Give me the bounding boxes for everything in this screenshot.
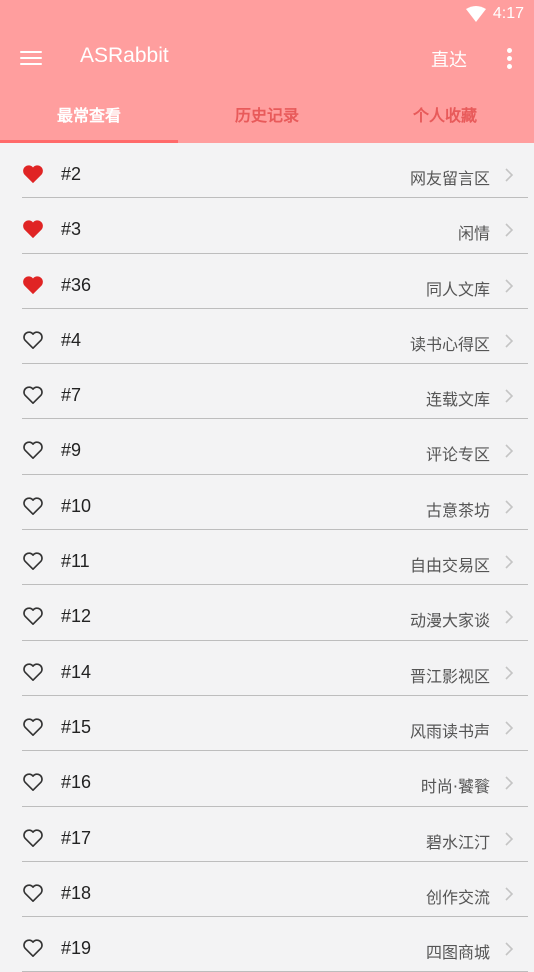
list-item[interactable]: #17 碧水江汀 (0, 807, 534, 862)
list-item[interactable]: #3 闲情 (0, 198, 534, 254)
forum-name: 古意茶坊 (425, 500, 490, 520)
forum-number: #36 (61, 274, 92, 295)
chevron-right-icon (504, 554, 514, 569)
chevron-right-icon (504, 167, 514, 182)
tab-history[interactable]: 历史记录 (178, 92, 356, 143)
forum-name: 晋江影视区 (409, 666, 490, 686)
tab-bar: 最常查看 历史记录 个人收藏 (0, 92, 534, 143)
chevron-right-icon (504, 831, 514, 846)
chevron-right-icon (504, 665, 514, 680)
list-item[interactable]: #12 动漫大家谈 (0, 585, 534, 641)
heart-filled-icon[interactable] (22, 164, 44, 184)
chevron-right-icon (504, 388, 514, 403)
list-item[interactable]: #4 读书心得区 (0, 309, 534, 365)
chevron-right-icon (504, 609, 514, 624)
forum-number: #15 (61, 716, 92, 737)
heart-outline-icon[interactable] (22, 330, 44, 350)
list-item[interactable]: #7 连载文库 (0, 364, 534, 420)
forum-name: 闲情 (457, 224, 490, 244)
heart-filled-icon[interactable] (22, 275, 44, 295)
forum-number: #14 (61, 661, 92, 682)
chevron-right-icon (504, 941, 514, 956)
chevron-right-icon (504, 775, 514, 790)
forum-number: #4 (61, 329, 82, 350)
forum-name: 风雨读书声 (409, 721, 490, 741)
heart-outline-icon[interactable] (22, 385, 44, 405)
list-item[interactable]: #11 自由交易区 (0, 530, 534, 586)
chevron-right-icon (504, 333, 514, 348)
forum-name: 动漫大家谈 (409, 611, 490, 631)
forum-number: #2 (61, 164, 82, 184)
heart-outline-icon[interactable] (22, 606, 44, 626)
status-time: 4:17 (492, 5, 524, 22)
status-bar: 4:17 (0, 0, 534, 30)
wifi-icon (466, 6, 486, 22)
menu-icon[interactable] (20, 47, 42, 71)
list-item[interactable]: #16 时尚·饕餮 (0, 751, 534, 807)
direct-button[interactable]: 直达 (431, 46, 467, 72)
list-item[interactable]: #2 网友留言区 (0, 143, 534, 199)
forum-name: 读书心得区 (409, 334, 490, 354)
heart-outline-icon[interactable] (22, 662, 44, 682)
heart-outline-icon[interactable] (22, 828, 44, 848)
forum-number: #18 (61, 882, 92, 903)
heart-outline-icon[interactable] (22, 496, 44, 516)
heart-outline-icon[interactable] (22, 883, 44, 903)
forum-name: 网友留言区 (409, 169, 490, 188)
forum-name: 碧水江汀 (425, 832, 490, 852)
forum-number: #9 (61, 440, 82, 461)
forum-name: 连载文库 (425, 390, 490, 410)
chevron-right-icon (504, 720, 514, 735)
forum-name: 时尚·饕餮 (420, 777, 490, 797)
forum-name: 评论专区 (425, 445, 490, 465)
forum-name: 自由交易区 (409, 556, 490, 576)
chevron-right-icon (504, 499, 514, 514)
app-title: ASRabbit (80, 44, 169, 67)
forum-number: #7 (61, 385, 82, 406)
heart-outline-icon[interactable] (22, 938, 44, 958)
chevron-right-icon (504, 886, 514, 901)
chevron-right-icon (504, 278, 514, 293)
forum-number: #10 (61, 495, 92, 516)
list-item[interactable]: #14 晋江影视区 (0, 641, 534, 696)
list-item[interactable]: #9 评论专区 (0, 419, 534, 475)
app-bar: ASRabbit 直达 最常查看 历史记录 个人收藏 (0, 30, 534, 143)
heart-filled-icon[interactable] (22, 219, 44, 239)
list-item[interactable]: #18 创作交流 (0, 862, 534, 918)
list-item[interactable]: #15 风雨读书声 (0, 696, 534, 752)
heart-outline-icon[interactable] (22, 440, 44, 460)
forum-name: 四图商城 (425, 943, 490, 963)
chevron-right-icon (504, 443, 514, 459)
list-item[interactable]: #36 同人文库 (0, 254, 534, 309)
forum-number: #12 (61, 606, 92, 627)
forum-number: #16 (61, 772, 92, 793)
forum-name: 创作交流 (425, 887, 490, 907)
forum-name: 同人文库 (425, 279, 490, 299)
heart-outline-icon[interactable] (22, 717, 44, 737)
chevron-right-icon (504, 222, 514, 237)
forum-number: #17 (61, 827, 92, 848)
heart-outline-icon[interactable] (22, 772, 44, 792)
more-options-icon[interactable] (501, 48, 517, 72)
forum-list: #2 网友留言区 #3 闲情 #36 同人文库 #4 读书心得区 #7 连载文库 #9 评论专区 #10… (0, 143, 534, 972)
tab-most-viewed[interactable]: 最常查看 (0, 92, 178, 143)
list-item[interactable]: #19 四图商城 (0, 917, 534, 972)
heart-outline-icon[interactable] (22, 551, 44, 571)
list-item[interactable]: #10 古意茶坊 (0, 475, 534, 531)
forum-number: #11 (61, 551, 90, 572)
tab-favorites[interactable]: 个人收藏 (356, 92, 534, 143)
forum-number: #3 (61, 219, 82, 240)
